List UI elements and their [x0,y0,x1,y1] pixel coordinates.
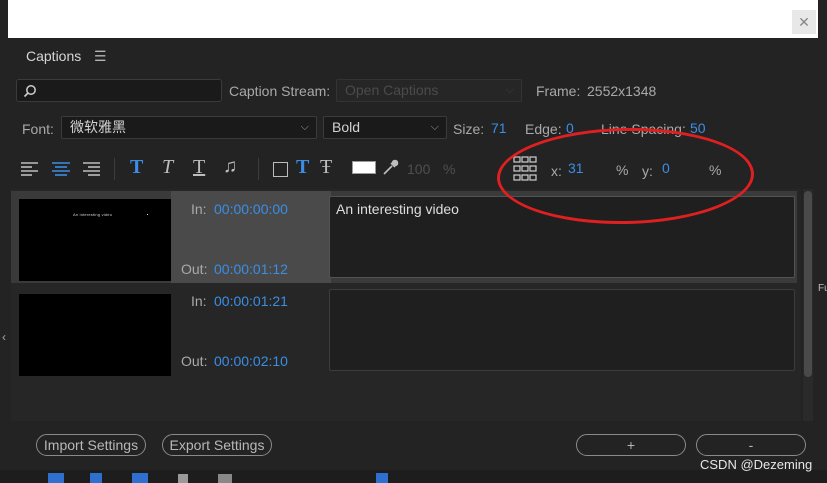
in-label: In: [191,201,207,217]
caption-text-field[interactable] [329,289,795,371]
watermark: CSDN @Dezeming [700,457,813,472]
font-family-value: 微软雅黑 [70,119,126,135]
right-edge [818,0,827,483]
out-label: Out: [181,261,208,277]
italic-icon[interactable]: T [162,156,173,179]
caption-thumbnail: An interesting video [19,199,171,281]
timeline-tool-icon[interactable] [90,473,102,483]
chevron-down-icon: ⌵ [505,84,514,96]
caption-times: In: 00:00:01:21 Out: 00:00:02:10 [171,286,331,378]
thumbnail-caption-text: An interesting video [73,212,113,217]
search-input[interactable] [16,79,222,102]
opacity-unit: % [443,161,456,177]
caption-stream-label: Caption Stream: [229,83,331,99]
bold-icon[interactable]: T [130,156,143,179]
add-caption-button[interactable]: + [576,434,686,456]
panel-title: Captions [26,48,82,64]
thumbnail-dot [147,214,148,215]
caption-list: An interesting video In: 00:00:00:00 Out… [11,189,801,421]
text-outline-icon[interactable]: Ŧ [320,156,332,179]
close-icon[interactable]: ✕ [792,10,816,34]
out-label: Out: [181,353,208,369]
import-settings-button[interactable]: Import Settings [36,434,146,456]
side-tab-label: Fu [818,283,827,294]
wrench-icon[interactable] [218,474,232,483]
captions-panel: Captions ☰ Caption Stream: Open Captions… [8,38,818,470]
search-icon [23,85,36,98]
eyedropper-icon[interactable] [381,159,399,177]
timeline-tool-icon[interactable] [132,473,148,483]
opacity-value: 100 [407,161,431,177]
align-left-icon[interactable] [20,160,40,178]
align-right-icon[interactable] [81,160,101,178]
scrollbar-thumb[interactable] [804,191,812,377]
toolbar-divider [258,158,259,180]
color-swatch[interactable] [352,161,376,174]
underline-icon[interactable]: T [193,156,205,179]
in-timecode[interactable]: 00:00:01:21 [214,293,288,309]
font-style-select[interactable]: Bold ⌵ [323,116,447,139]
chevron-down-icon: ⌵ [430,121,439,133]
chevron-left-icon[interactable]: ‹ [2,330,6,344]
caption-row[interactable]: In: 00:00:01:21 Out: 00:00:02:10 [11,286,797,378]
remove-caption-button[interactable]: - [696,434,806,456]
toolbar-divider [114,158,115,180]
export-settings-button[interactable]: Export Settings [162,434,272,456]
out-timecode[interactable]: 00:00:01:12 [214,261,288,277]
timeline-tool-icon[interactable] [178,474,188,483]
font-label: Font: [22,121,54,137]
playhead-icon[interactable] [376,473,388,483]
chevron-down-icon: ⌵ [300,121,309,133]
timeline-tool-icon[interactable] [48,473,64,483]
align-center-icon[interactable] [51,160,71,178]
frame-label: Frame: [536,83,581,99]
caption-stream-select: Open Captions ⌵ [336,79,522,102]
background-box-icon[interactable] [273,162,288,177]
size-label: Size: [453,121,485,137]
size-value[interactable]: 71 [491,120,507,136]
hamburger-menu-icon[interactable]: ☰ [94,48,107,65]
in-timecode[interactable]: 00:00:00:00 [214,201,288,217]
caption-thumbnail [19,294,171,376]
title-bar [8,0,818,38]
caption-list-scrollbar[interactable] [803,189,813,421]
out-timecode[interactable]: 00:00:02:10 [214,353,288,369]
edge-label: Edge: [525,121,562,137]
caption-stream-value: Open Captions [345,82,439,98]
in-label: In: [191,293,207,309]
font-style-value: Bold [332,119,361,135]
left-edge [0,0,8,483]
caption-times: In: 00:00:00:00 Out: 00:00:01:12 [171,191,331,283]
music-note-icon[interactable]: ♫ [223,156,237,178]
frame-value: 2552x1348 [587,83,657,99]
text-color-icon[interactable]: T [296,156,309,179]
font-family-select[interactable]: 微软雅黑 ⌵ [61,116,317,139]
